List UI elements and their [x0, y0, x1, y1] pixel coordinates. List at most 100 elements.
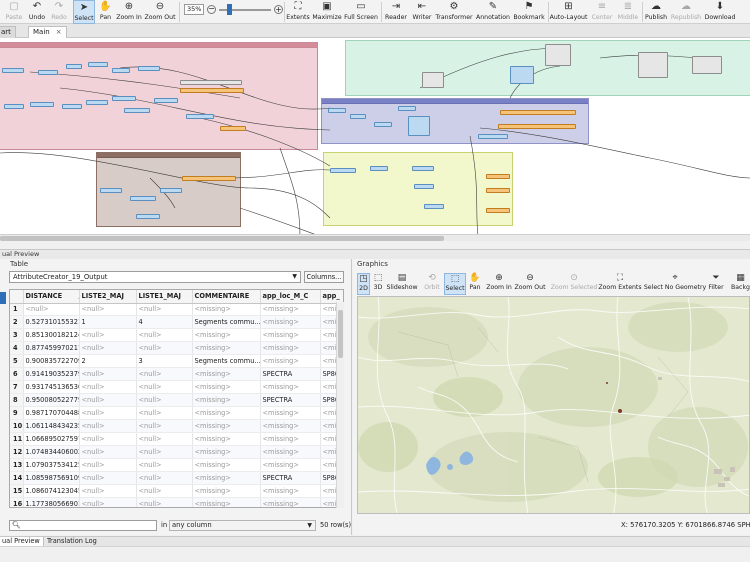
- transformer-node[interactable]: [180, 80, 242, 85]
- table-row[interactable]: 40.877459970217...<null><null><missing><…: [10, 341, 343, 356]
- zoom-selected-button[interactable]: ⊙ Zoom Selected: [551, 273, 598, 295]
- workspace-canvas[interactable]: [0, 38, 750, 236]
- transformer-node[interactable]: [62, 104, 82, 109]
- auto-layout-button[interactable]: ⊞ Auto-Layout: [550, 0, 588, 24]
- transformer-node[interactable]: [638, 52, 668, 78]
- transformer-node[interactable]: [2, 68, 24, 73]
- add-reader-button[interactable]: ⇥ Reader: [384, 0, 408, 24]
- table-search-input[interactable]: 🔍︎: [9, 520, 157, 531]
- redo-button[interactable]: ↷ Redo: [50, 0, 68, 24]
- scrollbar-thumb[interactable]: [338, 310, 343, 358]
- transformer-node[interactable]: [510, 66, 534, 84]
- transformer-node[interactable]: [186, 114, 214, 119]
- transformer-node[interactable]: [220, 126, 246, 131]
- data-table[interactable]: DISTANCE ▲ LISTE2_MAJ LISTE1_MAJ COMMENT…: [9, 289, 344, 508]
- table-row[interactable]: 111.066895027597...<null><null><missing>…: [10, 432, 343, 446]
- transformer-node[interactable]: [182, 176, 236, 181]
- graphics-pan-button[interactable]: ✋ Pan: [468, 273, 482, 295]
- extents-button[interactable]: ⛶ Extents: [286, 0, 310, 24]
- table-row[interactable]: 70.931745136530...<null><null><missing><…: [10, 380, 343, 395]
- transformer-node[interactable]: [154, 98, 178, 103]
- transformer-node[interactable]: [692, 56, 722, 74]
- table-row[interactable]: 131.079037534125...<null><null><missing>…: [10, 458, 343, 472]
- zoom-increase-icon[interactable]: +: [274, 5, 283, 14]
- transformer-node[interactable]: [112, 68, 130, 73]
- republish-button[interactable]: ☁ Republish: [671, 0, 701, 24]
- undo-button[interactable]: ↶ Undo: [28, 0, 46, 24]
- maximize-button[interactable]: ▣ Maximize: [312, 0, 341, 24]
- transformer-node[interactable]: [486, 174, 510, 179]
- table-row[interactable]: 121.074834406002...<null><null><missing>…: [10, 445, 343, 459]
- slideshow-button[interactable]: ▤ Slideshow: [386, 273, 417, 295]
- full-screen-button[interactable]: ▭ Full Screen: [344, 0, 378, 24]
- transformer-node[interactable]: [38, 70, 58, 75]
- column-filter-select[interactable]: any column ▼: [169, 520, 316, 531]
- transformer-node[interactable]: [88, 62, 108, 67]
- select-no-geometry-button[interactable]: ⌖ Select No Geometry: [644, 273, 706, 295]
- tab-start[interactable]: art: [0, 26, 16, 38]
- add-transformer-button[interactable]: ⚙ Transformer: [435, 0, 473, 24]
- canvas-horizontal-scrollbar[interactable]: [0, 234, 750, 241]
- background-button[interactable]: ▦ Backg: [731, 273, 750, 295]
- transformer-node[interactable]: [412, 166, 434, 171]
- paste-button[interactable]: ▢ Paste: [4, 0, 24, 24]
- transformer-node[interactable]: [422, 72, 444, 88]
- transformer-node[interactable]: [86, 100, 108, 105]
- column-header-commentaire[interactable]: COMMENTAIRE: [192, 290, 261, 304]
- add-writer-button[interactable]: ⇤ Writer: [411, 0, 433, 24]
- select-tool-button[interactable]: ➤ Select: [73, 0, 95, 24]
- table-row[interactable]: 161.177380566901...<null><null><missing>…: [10, 497, 343, 507]
- transformer-node[interactable]: [160, 188, 182, 193]
- graphics-zoom-in-button[interactable]: ⊕ Zoom In: [486, 273, 512, 295]
- view-3d-button[interactable]: ⬚ 3D: [372, 273, 384, 295]
- middle-button[interactable]: ≣ Middle: [616, 0, 640, 24]
- tab-main[interactable]: Main ×: [28, 26, 67, 38]
- transformer-node[interactable]: [66, 64, 82, 69]
- map-view[interactable]: [357, 296, 750, 514]
- download-button[interactable]: ⬇ Download: [704, 0, 736, 24]
- table-row[interactable]: 151.086074123045...<null><null><missing>…: [10, 484, 343, 498]
- transformer-node[interactable]: [124, 108, 150, 113]
- table-row[interactable]: 50.900835722709...23Segments commu...<mi…: [10, 354, 343, 369]
- transformer-node[interactable]: [112, 96, 136, 101]
- zoom-decrease-icon[interactable]: −: [207, 5, 216, 14]
- table-row[interactable]: 20.527310155321...14Segments commu...<mi…: [10, 315, 343, 330]
- zoom-out-button[interactable]: ⊖ Zoom Out: [144, 0, 175, 24]
- table-row[interactable]: 101.061148434235...<null><null><missing>…: [10, 419, 343, 433]
- transformer-node[interactable]: [328, 108, 346, 113]
- pan-tool-button[interactable]: ✋ Pan: [97, 0, 114, 24]
- transformer-node[interactable]: [330, 168, 356, 173]
- transformer-node[interactable]: [500, 110, 576, 115]
- zoom-level-field[interactable]: 35%: [184, 4, 204, 15]
- transformer-node[interactable]: [136, 214, 160, 219]
- transformer-node[interactable]: [408, 116, 430, 136]
- transformer-node[interactable]: [486, 208, 510, 213]
- add-bookmark-button[interactable]: ⚑ Bookmark: [513, 0, 545, 24]
- table-side-icon[interactable]: [0, 292, 6, 304]
- filter-button[interactable]: ⏷ Filter: [707, 273, 725, 295]
- center-button[interactable]: ≡ Center: [590, 0, 614, 24]
- column-header-liste1[interactable]: LISTE1_MAJ: [136, 290, 193, 304]
- dataset-dropdown[interactable]: AttributeCreator_19_Output ▼: [9, 271, 301, 283]
- transformer-node[interactable]: [498, 124, 576, 129]
- columns-button[interactable]: Columns...: [304, 271, 344, 283]
- table-row[interactable]: 60.914190352379...<null><null><missing>S…: [10, 367, 343, 382]
- transformer-node[interactable]: [424, 204, 444, 209]
- transformer-node[interactable]: [30, 102, 54, 107]
- add-annotation-button[interactable]: ✎ Annotation: [476, 0, 510, 24]
- column-header-distance[interactable]: DISTANCE ▲: [23, 290, 80, 304]
- table-row[interactable]: 30.851300182124...<null><null><missing><…: [10, 328, 343, 343]
- transformer-node[interactable]: [374, 122, 392, 127]
- transformer-node[interactable]: [4, 104, 24, 109]
- transformer-node[interactable]: [180, 88, 244, 93]
- transformer-node[interactable]: [138, 66, 160, 71]
- scrollbar-thumb[interactable]: [0, 236, 444, 241]
- table-vertical-scrollbar[interactable]: [336, 302, 344, 508]
- transformer-node[interactable]: [370, 166, 388, 171]
- transformer-node[interactable]: [486, 188, 510, 193]
- transformer-node[interactable]: [545, 44, 571, 66]
- column-header-liste2[interactable]: LISTE2_MAJ: [79, 290, 137, 304]
- table-row[interactable]: 1 <null> <null> <null> <missing> <missing> <mi…: [10, 303, 343, 317]
- zoom-in-button[interactable]: ⊕ Zoom In: [116, 0, 142, 24]
- publish-button[interactable]: ☁ Publish: [644, 0, 668, 24]
